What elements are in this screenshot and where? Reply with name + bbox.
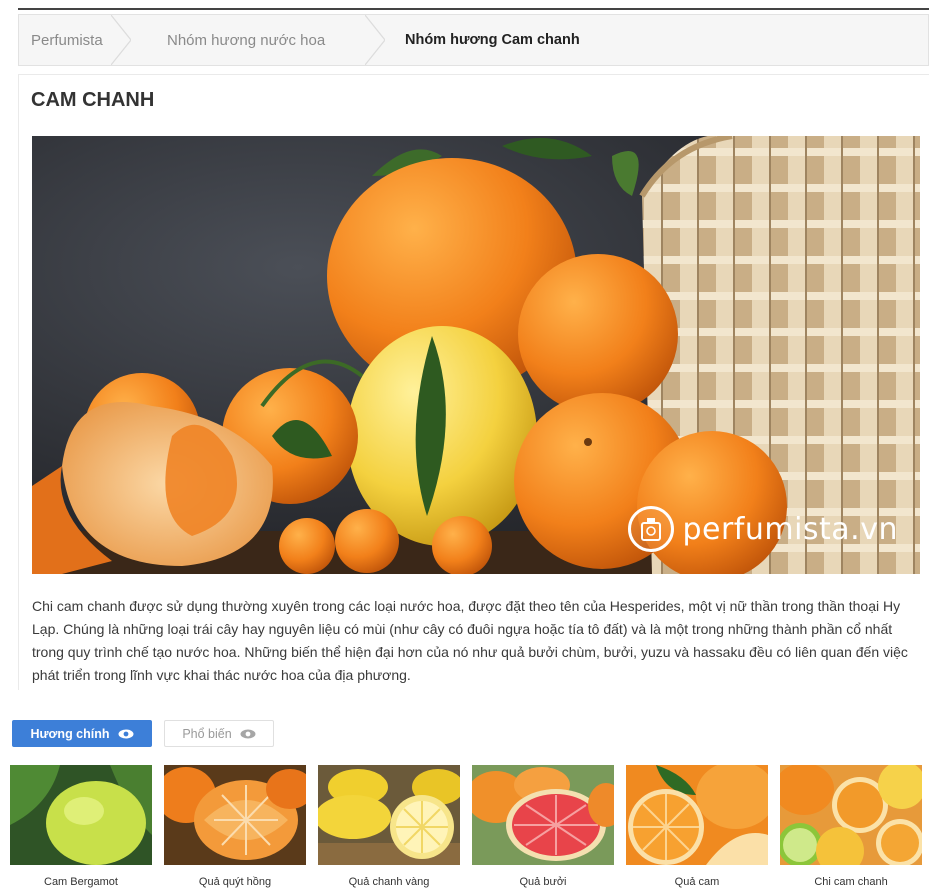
breadcrumb-fragrance-groups[interactable]: Nhóm hương nước hoa — [131, 15, 385, 65]
group-description: Chi cam chanh được sử dụng thường xuyên … — [32, 598, 908, 683]
note-item-orange[interactable]: Quả cam — [626, 765, 768, 888]
note-label: Cam Bergamot — [44, 876, 118, 888]
breadcrumb-label: Nhóm hương nước hoa — [167, 31, 326, 49]
note-label: Chi cam chanh — [814, 876, 888, 888]
top-rule — [18, 8, 929, 10]
tab-label: Hương chính — [30, 726, 110, 741]
note-item-lemon[interactable]: Quả chanh vàng — [318, 765, 460, 888]
breadcrumb-label: Nhóm hương Cam chanh — [405, 32, 580, 48]
note-item-grapefruit[interactable]: Quả bưởi — [472, 765, 614, 888]
note-item-bergamot[interactable]: Cam Bergamot — [10, 765, 152, 888]
breadcrumb-separator-icon — [365, 15, 385, 65]
note-tabs: Hương chính Phổ biến — [12, 720, 274, 747]
perfume-bottle-icon — [628, 506, 675, 552]
breadcrumb-label: Perfumista — [31, 31, 103, 49]
note-label: Quả cam — [674, 876, 720, 888]
breadcrumb-home[interactable]: Perfumista — [19, 15, 131, 65]
breadcrumb-separator-icon — [111, 15, 131, 65]
note-label: Quả bưởi — [519, 876, 567, 888]
note-label: Quả chanh vàng — [348, 876, 430, 888]
page-title: CAM CHANH — [18, 74, 929, 124]
note-image — [164, 765, 306, 865]
watermark: perfumista.vn — [628, 506, 898, 552]
hero-image: perfumista.vn — [32, 136, 920, 574]
note-image — [472, 765, 614, 865]
note-list: Cam Bergamot Quả quýt hồng Quả chanh vàn… — [10, 765, 929, 888]
eye-icon — [118, 729, 134, 739]
note-label: Quả quýt hồng — [198, 876, 272, 888]
eye-icon — [240, 729, 256, 739]
note-image — [10, 765, 152, 865]
breadcrumb-current: Nhóm hương Cam chanh — [385, 15, 580, 65]
breadcrumb: Perfumista Nhóm hương nước hoa Nhóm hươn… — [18, 14, 929, 66]
note-item-tangerine[interactable]: Quả quýt hồng — [164, 765, 306, 888]
note-image — [780, 765, 922, 865]
note-image — [626, 765, 768, 865]
note-image — [318, 765, 460, 865]
note-item-citrus[interactable]: Chi cam chanh — [780, 765, 922, 888]
tab-label: Phổ biến — [182, 726, 232, 741]
tab-main-notes[interactable]: Hương chính — [12, 720, 152, 747]
tab-popular[interactable]: Phổ biến — [164, 720, 274, 747]
watermark-text: perfumista.vn — [682, 511, 898, 547]
